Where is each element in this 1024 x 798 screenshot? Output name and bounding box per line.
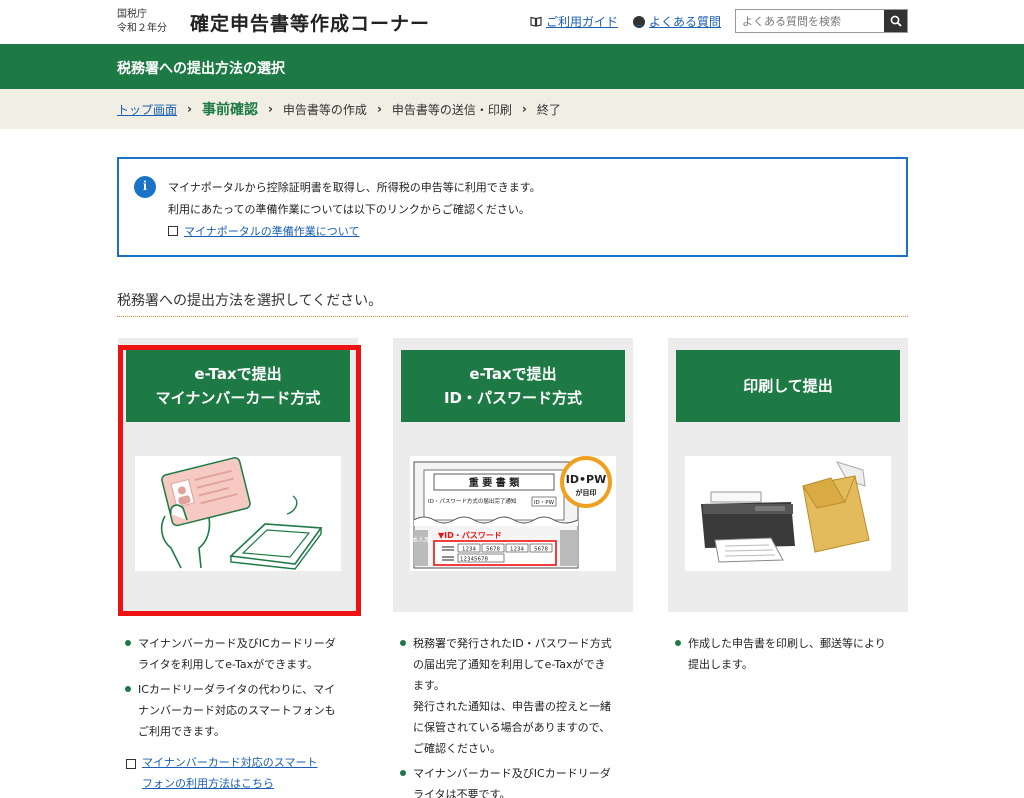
doc-subtitle: ID・パスワード方式の届出完了通知 (428, 497, 516, 505)
id-cell: 5678 (486, 547, 500, 553)
etax-idpw-button[interactable]: e-Taxで提出 ID・パスワード方式 (401, 350, 625, 422)
list-item: マイナンバーカード及びICカードリーダ ライタは不要です。 (399, 763, 635, 798)
list-text: 税務署で発行されたID・パスワード方式 (413, 637, 612, 650)
etax-mynumber-button[interactable]: e-Taxで提出 マイナンバーカード方式 (126, 350, 350, 422)
pw-cell: 12345678 (460, 557, 488, 563)
printer-envelope-illustration (701, 461, 870, 563)
option-card-print[interactable]: 印刷して提出 (668, 338, 908, 612)
list-text: ナンバーカード対応のスマートフォンも (138, 704, 336, 717)
list-item: 税務署で発行されたID・パスワード方式 の届出完了通知を利用してe-Taxができ… (399, 633, 635, 759)
smartphone-usage-link[interactable]: マイナンバーカード対応のスマート フォンの利用方法はこちら (142, 752, 317, 794)
button-label: ID・パスワード方式 (443, 389, 583, 407)
page-title-bar: 税務署への提出方法の選択 (0, 44, 1024, 89)
chevron-right-icon: › (187, 102, 192, 116)
document-icon (168, 226, 178, 236)
list-text: マイナンバーカード及びICカードリーダ (138, 637, 336, 650)
link-text[interactable]: マイナンバーカード対応のスマート (142, 752, 317, 773)
chevron-right-icon: › (521, 102, 527, 116)
button-label: e-Taxで提出 (469, 365, 557, 383)
faq-search (735, 9, 908, 33)
pw-label: ▼ID・パスワード (438, 530, 502, 540)
list-text: ご利用できます。 (138, 725, 225, 738)
print-illustration (685, 456, 891, 571)
info-link-row: マイナポータルの準備作業について (168, 221, 541, 243)
faq-link[interactable]: ? よくある質問 (633, 13, 721, 30)
faq-link-label[interactable]: よくある質問 (649, 13, 721, 30)
list-text: ご確認ください。 (413, 742, 501, 755)
list-item: マイナンバーカード及びICカードリーダ ライタを利用してe-Taxができます。 (124, 633, 360, 675)
list-text: ます。 (413, 679, 445, 692)
question-icon: ? (633, 15, 645, 28)
button-label: e-Taxで提出 (194, 365, 282, 383)
selection-prompt: 税務署への提出方法を選択してください。 (117, 293, 383, 309)
tax-year: 令和２年分 (117, 23, 167, 34)
breadcrumb-step: 申告書等の作成 (282, 102, 367, 117)
id-cell: 5678 (534, 547, 548, 553)
id-cell: 1234 (462, 547, 476, 553)
idpw-details: 税務署で発行されたID・パスワード方式 の届出完了通知を利用してe-Taxができ… (399, 633, 635, 798)
list-text: 発行された通知は、申告書の控えと一緒 (413, 700, 611, 713)
guide-link[interactable]: ご利用ガイド (530, 13, 618, 30)
option-card-idpw[interactable]: e-Taxで提出 ID・パスワード方式 重 要 書 類 ID・パスワード方式の届… (393, 338, 633, 612)
agency-label: 国税庁 令和２年分 (117, 8, 167, 36)
list-text: マイナンバーカード及びICカードリーダ (413, 767, 611, 780)
badge-id-pw: ID•PW (566, 473, 606, 486)
id-password-document: 重 要 書 類 ID・パスワード方式の届出完了通知 ID・PW 本人用 ▼ID・… (412, 456, 612, 569)
list-item: 作成した申告書を印刷し、郵送等により 提出します。 (674, 633, 910, 675)
chevron-right-icon: › (376, 102, 382, 116)
page-header: 国税庁 令和２年分 確定申告書等作成コーナー ご利用ガイド ? よくある質問 (0, 0, 1024, 44)
button-label: 印刷して提出 (743, 377, 833, 395)
doc-badge: ID・PW (534, 500, 555, 506)
list-text: ライタは不要です。 (413, 788, 511, 798)
idpw-notice-illustration: 重 要 書 類 ID・パスワード方式の届出完了通知 ID・PW 本人用 ▼ID・… (410, 456, 616, 571)
breadcrumb-top[interactable]: トップ画面 (117, 101, 177, 118)
print-submit-button[interactable]: 印刷して提出 (676, 350, 900, 422)
list-text: ライタを利用してe-Taxができます。 (138, 658, 319, 671)
list-text: ICカードリーダライタの代わりに、マイ (138, 683, 336, 696)
document-icon (126, 759, 136, 769)
list-text: 作成した申告書を印刷し、郵送等により (688, 637, 886, 650)
card-reader-illustration (160, 457, 323, 570)
mynaportal-prep-link[interactable]: マイナポータルの準備作業について (184, 225, 359, 238)
info-line: 利用にあたっての準備作業については以下のリンクからご確認ください。 (168, 203, 530, 216)
search-icon (890, 15, 902, 27)
list-item: ICカードリーダライタの代わりに、マイ ナンバーカード対応のスマートフォンも ご… (124, 679, 360, 742)
list-text: の届出完了通知を利用してe-Taxができ (413, 658, 606, 671)
chevron-right-icon: › (267, 102, 273, 116)
mynumber-card-illustration (135, 456, 341, 571)
info-icon: i (134, 176, 156, 198)
site-title: 確定申告書等作成コーナー (190, 13, 431, 35)
mynumber-details: マイナンバーカード及びICカードリーダ ライタを利用してe-Taxができます。 … (124, 633, 360, 746)
guide-link-label[interactable]: ご利用ガイド (546, 13, 618, 30)
side-label: 本人用 (412, 536, 430, 544)
breadcrumb: トップ画面 › 事前確認 › 申告書等の作成 › 申告書等の送信・印刷 › 終了 (0, 89, 1024, 129)
option-card-mynumber[interactable]: e-Taxで提出 マイナンバーカード方式 (118, 338, 358, 616)
link-text[interactable]: フォンの利用方法はこちら (142, 773, 317, 794)
list-text: に保管されている場合がありますので、 (413, 721, 611, 734)
page-title: 税務署への提出方法の選択 (117, 61, 285, 77)
list-text: 提出します。 (688, 658, 753, 671)
doc-title: 重 要 書 類 (469, 476, 520, 489)
search-button[interactable] (884, 10, 907, 32)
agency-name: 国税庁 (117, 9, 147, 20)
print-details: 作成した申告書を印刷し、郵送等により 提出します。 (674, 633, 910, 679)
info-text: マイナポータルから控除証明書を取得し、所得税の申告等に利用できます。 利用にあた… (168, 177, 541, 243)
breadcrumb-current: 事前確認 (201, 102, 258, 118)
info-notice: i マイナポータルから控除証明書を取得し、所得税の申告等に利用できます。 利用に… (117, 157, 908, 257)
book-icon (530, 16, 542, 27)
badge-mark: が目印 (576, 488, 597, 497)
search-input[interactable] (736, 10, 884, 32)
button-label: マイナンバーカード方式 (155, 389, 321, 407)
breadcrumb-step: 申告書等の送信・印刷 (391, 102, 512, 117)
breadcrumb-step: 終了 (536, 102, 561, 117)
divider (117, 316, 908, 317)
id-cell: 1234 (510, 547, 524, 553)
info-line: マイナポータルから控除証明書を取得し、所得税の申告等に利用できます。 (168, 181, 541, 194)
